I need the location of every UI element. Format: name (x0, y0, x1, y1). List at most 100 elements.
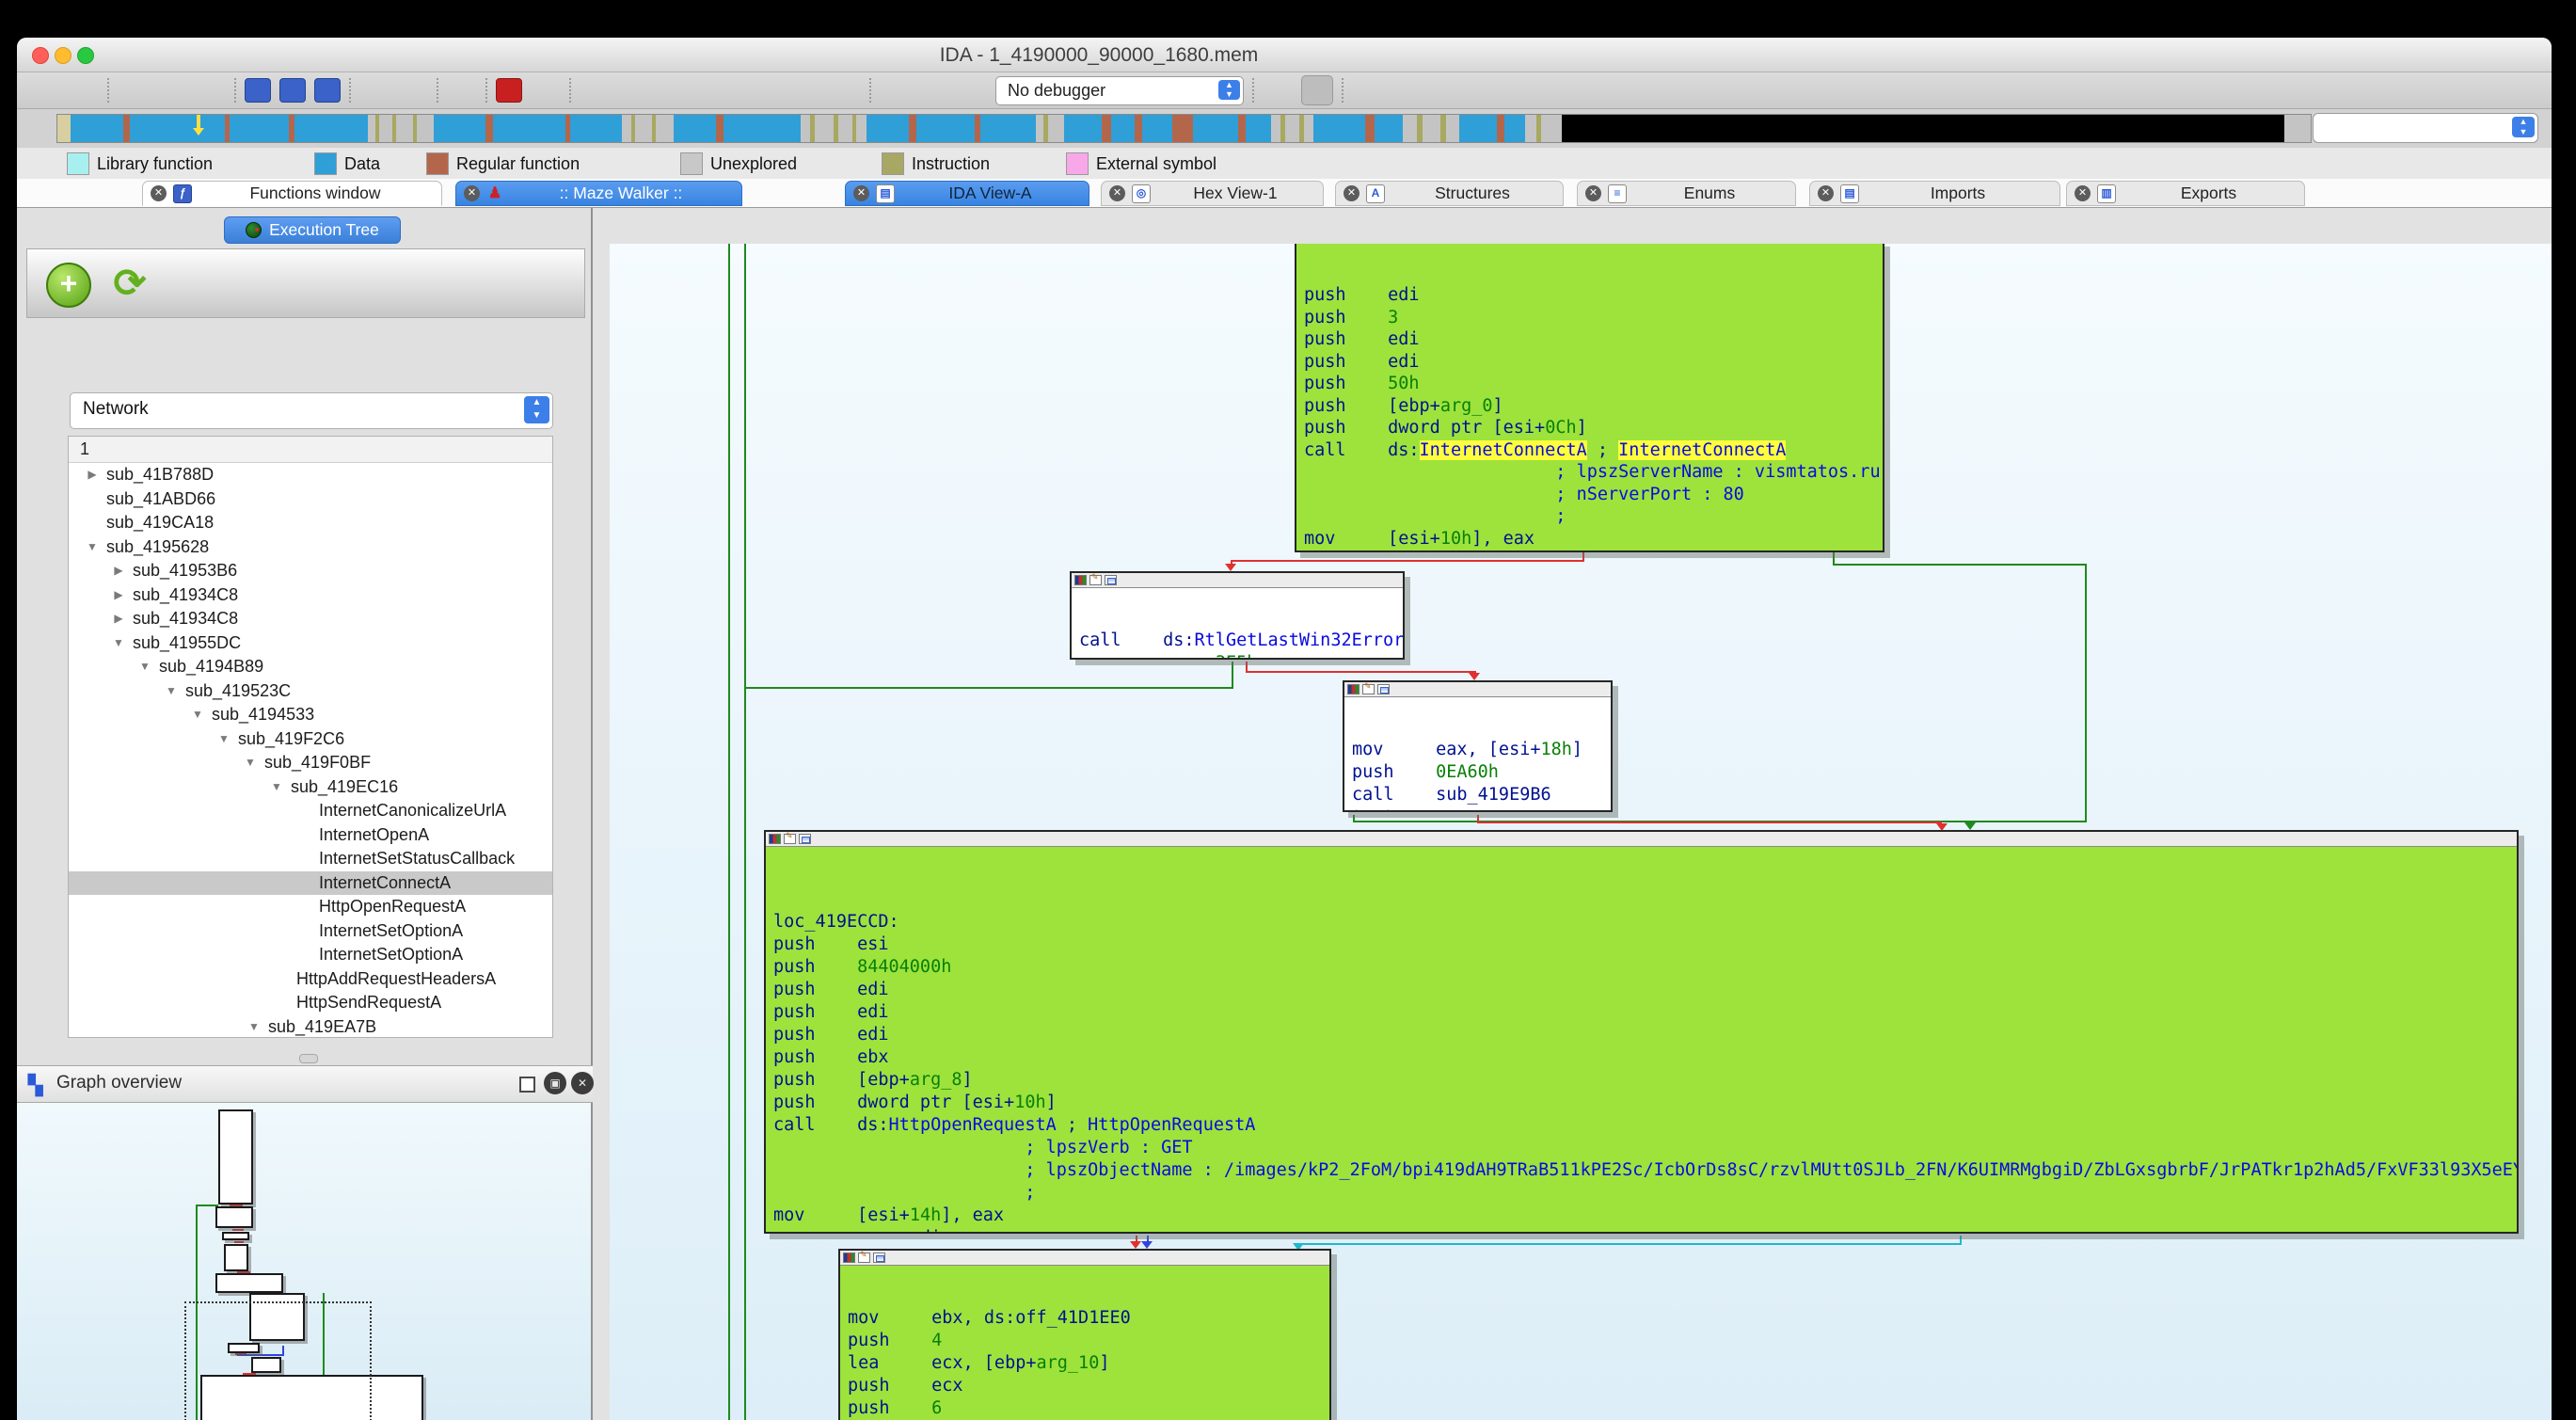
tree-item[interactable]: InternetOpenA (69, 823, 552, 848)
tree-item[interactable]: HttpOpenRequestA (69, 895, 552, 919)
tree-item[interactable]: ▶ sub_41B788D (69, 463, 552, 487)
close-icon[interactable]: ✕ (571, 1072, 594, 1094)
basic-block-internetsetoption[interactable]: mov ebx, ds:off_41D1EE0push 4lea ecx, [e… (838, 1249, 1331, 1420)
graph-overview-header[interactable]: ▚ Graph overview ▣ ✕ (17, 1065, 593, 1103)
make-string-icon[interactable] (695, 76, 725, 104)
block-title-bar[interactable] (840, 1251, 1329, 1266)
separator[interactable] (569, 78, 571, 103)
tab-exports[interactable]: ✕ ▥ Exports (2066, 181, 2305, 206)
refresh-button[interactable]: ⟳ (108, 261, 151, 306)
expand-arrow-icon[interactable]: ▶ (82, 463, 103, 487)
expand-arrow-icon[interactable]: ▼ (214, 727, 234, 752)
expand-arrow-icon[interactable]: ▼ (244, 1015, 264, 1039)
tree-item[interactable]: sub_419CA18 (69, 511, 552, 535)
debug-stop-icon[interactable] (957, 76, 987, 104)
nav-address-combo[interactable]: ▲▼ (2313, 113, 2538, 143)
tree-item[interactable]: InternetSetOptionA (69, 943, 552, 967)
close-icon[interactable]: ✕ (1585, 185, 1601, 201)
close-icon[interactable]: ✕ (464, 185, 480, 201)
search-immediate-icon[interactable] (314, 78, 341, 103)
tree-item[interactable]: ▼ sub_419523C (69, 679, 552, 704)
chevron-updown-icon[interactable]: ▲▼ (1218, 80, 1240, 100)
save-icon[interactable] (69, 76, 99, 104)
forward-dropdown-icon[interactable] (215, 76, 226, 104)
graph-overview-map[interactable] (17, 1103, 591, 1420)
tree-item[interactable]: ▼ sub_419F0BF (69, 751, 552, 775)
green-ellipse-icon[interactable] (531, 76, 561, 104)
expand-arrow-icon[interactable]: ▼ (135, 655, 155, 679)
panel-splitter-grip[interactable] (299, 1054, 318, 1063)
separator[interactable] (349, 78, 351, 103)
string-dropdown-icon[interactable] (734, 76, 745, 104)
expand-arrow-icon[interactable]: ▼ (187, 703, 208, 727)
make-code-icon[interactable] (580, 76, 610, 104)
search-sequence-icon[interactable] (245, 78, 271, 103)
debug-run-icon[interactable] (880, 76, 910, 104)
tab-hex-view-1[interactable]: ✕ ◎ Hex View-1 (1101, 181, 1324, 206)
step-over-icon[interactable] (1263, 76, 1293, 104)
block-title-bar[interactable] (1344, 682, 1611, 697)
expand-arrow-icon[interactable]: ▼ (82, 535, 103, 560)
highlight-lock-icon[interactable] (447, 76, 477, 104)
execution-tree-button[interactable]: Execution Tree (224, 216, 401, 244)
separator[interactable] (1252, 78, 1254, 103)
debugger-select[interactable]: No debugger ▲▼ (995, 76, 1244, 105)
tab-enums[interactable]: ✕ ≡ Enums (1577, 181, 1796, 206)
zoom-button[interactable] (77, 47, 94, 64)
tree-item[interactable]: ▼ sub_419F2C6 (69, 727, 552, 752)
close-icon[interactable]: ✕ (1344, 185, 1360, 201)
ida-graph-view[interactable]: push edipush 3push edipush edipush 50hpu… (610, 244, 2568, 1420)
close-icon[interactable]: ✕ (151, 185, 167, 201)
chevron-updown-icon[interactable]: ▲▼ (524, 396, 549, 423)
tree-item[interactable]: HttpAddRequestHeadersA (69, 967, 552, 992)
expand-arrow-icon[interactable]: ▶ (108, 583, 129, 608)
make-data-icon[interactable] (618, 76, 648, 104)
basic-block-httpopenrequest[interactable]: loc_419ECCD:push esipush 84404000hpush e… (764, 830, 2519, 1234)
minimize-button[interactable] (55, 47, 72, 64)
edit-icon[interactable] (792, 76, 822, 104)
basic-block-internetconnect[interactable]: push edipush 3push edipush edipush 50hpu… (1295, 244, 1884, 552)
separator[interactable] (234, 78, 236, 103)
tab-imports[interactable]: ✕ ▤ Imports (1809, 181, 2060, 206)
category-select[interactable]: Network ▲▼ (70, 392, 553, 429)
navigate-forward-icon[interactable] (176, 76, 206, 104)
close-button[interactable] (32, 47, 49, 64)
tree-item[interactable]: ▼ sub_419EC16 (69, 775, 552, 800)
make-array-icon[interactable] (754, 76, 784, 104)
tree-item[interactable]: InternetCanonicalizeUrlA (69, 799, 552, 823)
tree-item[interactable]: InternetSetOptionA (69, 919, 552, 944)
breakpoint-delete-icon[interactable] (1429, 76, 1459, 104)
expand-arrow-icon[interactable]: ▶ (108, 607, 129, 631)
jump-down-icon[interactable] (398, 76, 428, 104)
tab-ida-view-a[interactable]: ✕ ▤ IDA View-A (845, 181, 1089, 206)
tree-item[interactable]: ▶ sub_41934C8 (69, 583, 552, 608)
debugger-windows-icon[interactable] (1352, 76, 1382, 104)
tree-item[interactable]: ▶ sub_41934C8 (69, 607, 552, 631)
block-title-bar[interactable] (766, 832, 2517, 847)
separator[interactable] (1342, 78, 1344, 103)
breakpoint-add-icon[interactable] (1391, 76, 1421, 104)
expand-arrow-icon[interactable]: ▶ (108, 559, 129, 583)
tab-structures[interactable]: ✕ A Structures (1335, 181, 1564, 206)
expand-arrow-icon[interactable]: ▼ (266, 775, 287, 800)
expand-arrow-icon[interactable]: ▼ (108, 631, 129, 656)
tree-item[interactable]: sub_41ABD66 (69, 487, 552, 512)
expand-arrow-icon[interactable]: ▼ (240, 751, 261, 775)
tree-item[interactable]: ▶ sub_41953B6 (69, 559, 552, 583)
chevron-updown-icon[interactable]: ▲▼ (2512, 117, 2535, 137)
tree-item[interactable]: ▼ sub_4194533 (69, 703, 552, 727)
tree-item[interactable]: ▼ sub_4194B89 (69, 655, 552, 679)
separator[interactable] (485, 78, 487, 103)
basic-block-timeout-check[interactable]: mov eax, [esi+18h]push 0EA60hcall sub_41… (1343, 680, 1613, 812)
tree-item[interactable]: InternetSetStatusCallback (69, 847, 552, 871)
tree-item[interactable]: ▼ sub_419EA7B (69, 1015, 552, 1039)
close-icon[interactable]: ✕ (853, 185, 869, 201)
tree-item[interactable]: HttpSendRequestA (69, 991, 552, 1015)
make-name-icon[interactable] (657, 76, 687, 104)
viewport-rectangle[interactable] (184, 1301, 372, 1420)
ascii-string-icon[interactable] (496, 78, 522, 103)
debug-pause-icon[interactable] (918, 76, 948, 104)
tree-column-header[interactable]: 1 (69, 437, 552, 463)
run-until-return-icon[interactable] (1301, 75, 1333, 105)
tab-maze-walker[interactable]: ✕ ♟ :: Maze Walker :: (455, 181, 742, 206)
